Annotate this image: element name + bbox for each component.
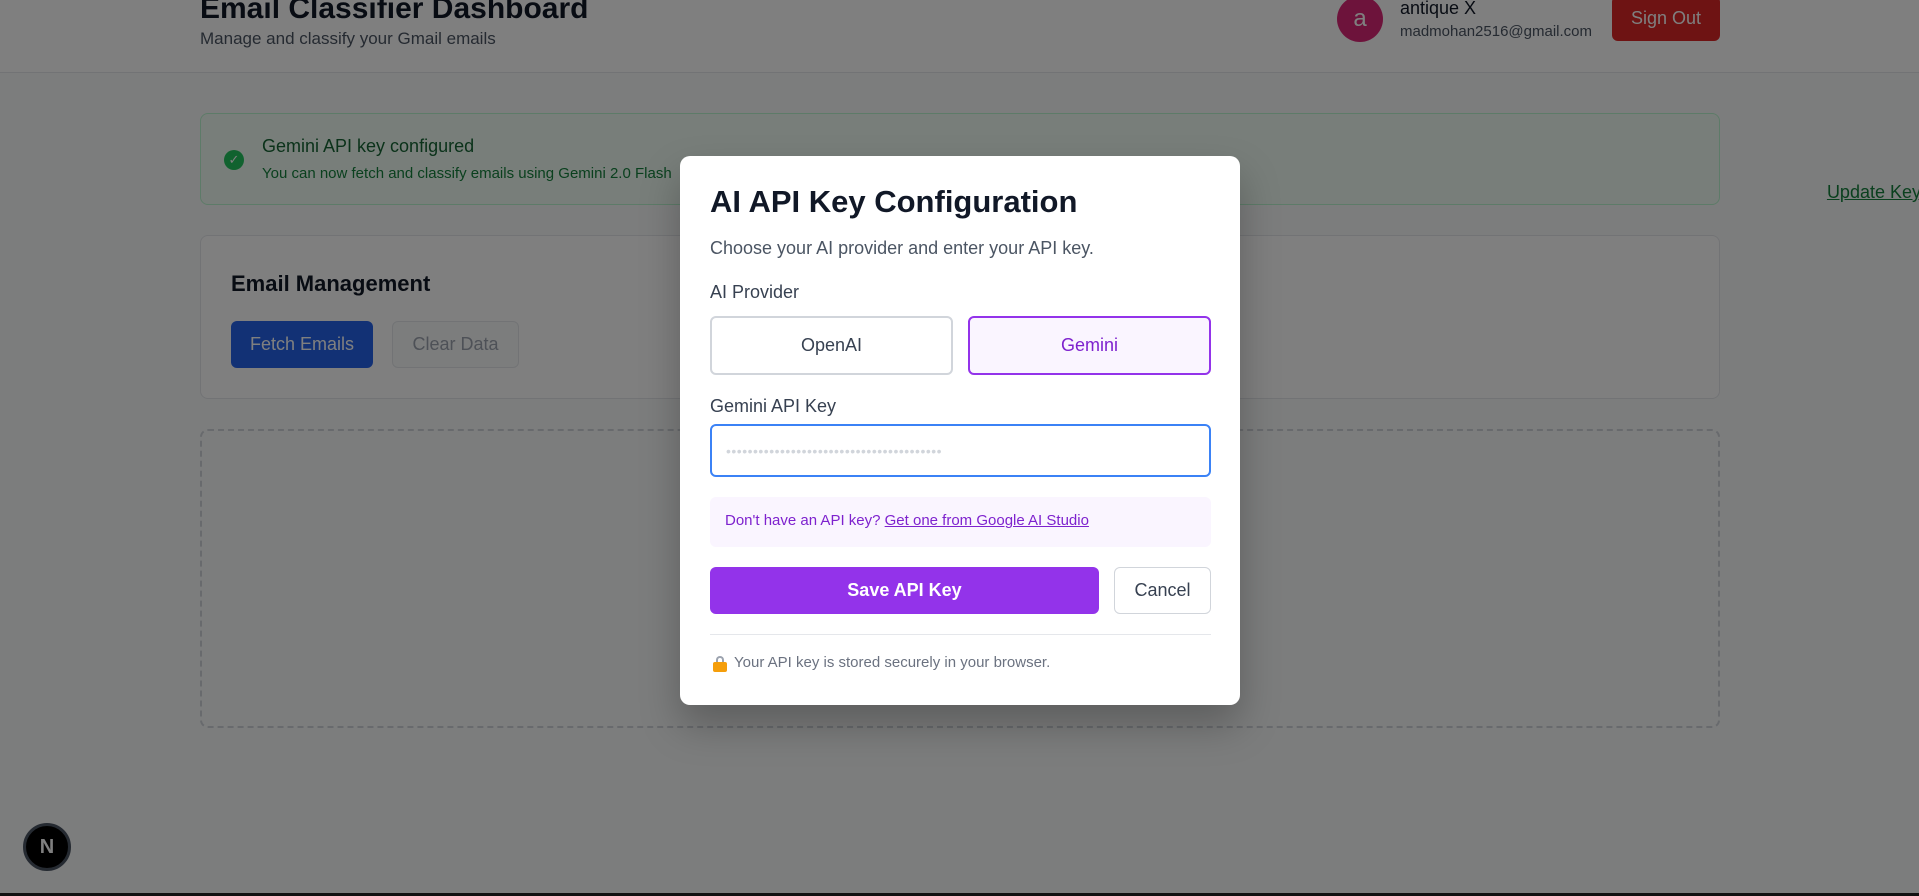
lock-icon: [713, 656, 727, 672]
modal-title: AI API Key Configuration: [710, 184, 1078, 219]
save-api-key-button[interactable]: Save API Key: [710, 567, 1099, 614]
api-key-label: Gemini API Key: [710, 396, 837, 416]
modal-divider: [710, 634, 1211, 635]
modal-subtitle: Choose your AI provider and enter your A…: [710, 238, 1094, 258]
api-key-help-box: Don't have an API key? Get one from Goog…: [710, 497, 1211, 547]
provider-openai-button[interactable]: OpenAI: [710, 316, 953, 375]
help-prefix: Don't have an API key?: [725, 512, 885, 529]
api-key-input[interactable]: [710, 424, 1211, 477]
google-ai-studio-link[interactable]: Get one from Google AI Studio: [885, 512, 1089, 529]
security-note: Your API key is stored securely in your …: [734, 654, 1051, 671]
api-key-modal: AI API Key Configuration Choose your AI …: [680, 156, 1240, 705]
cancel-button[interactable]: Cancel: [1114, 567, 1211, 614]
help-text: Don't have an API key? Get one from Goog…: [725, 512, 1089, 529]
provider-label: AI Provider: [710, 282, 800, 302]
provider-gemini-button[interactable]: Gemini: [968, 316, 1211, 375]
